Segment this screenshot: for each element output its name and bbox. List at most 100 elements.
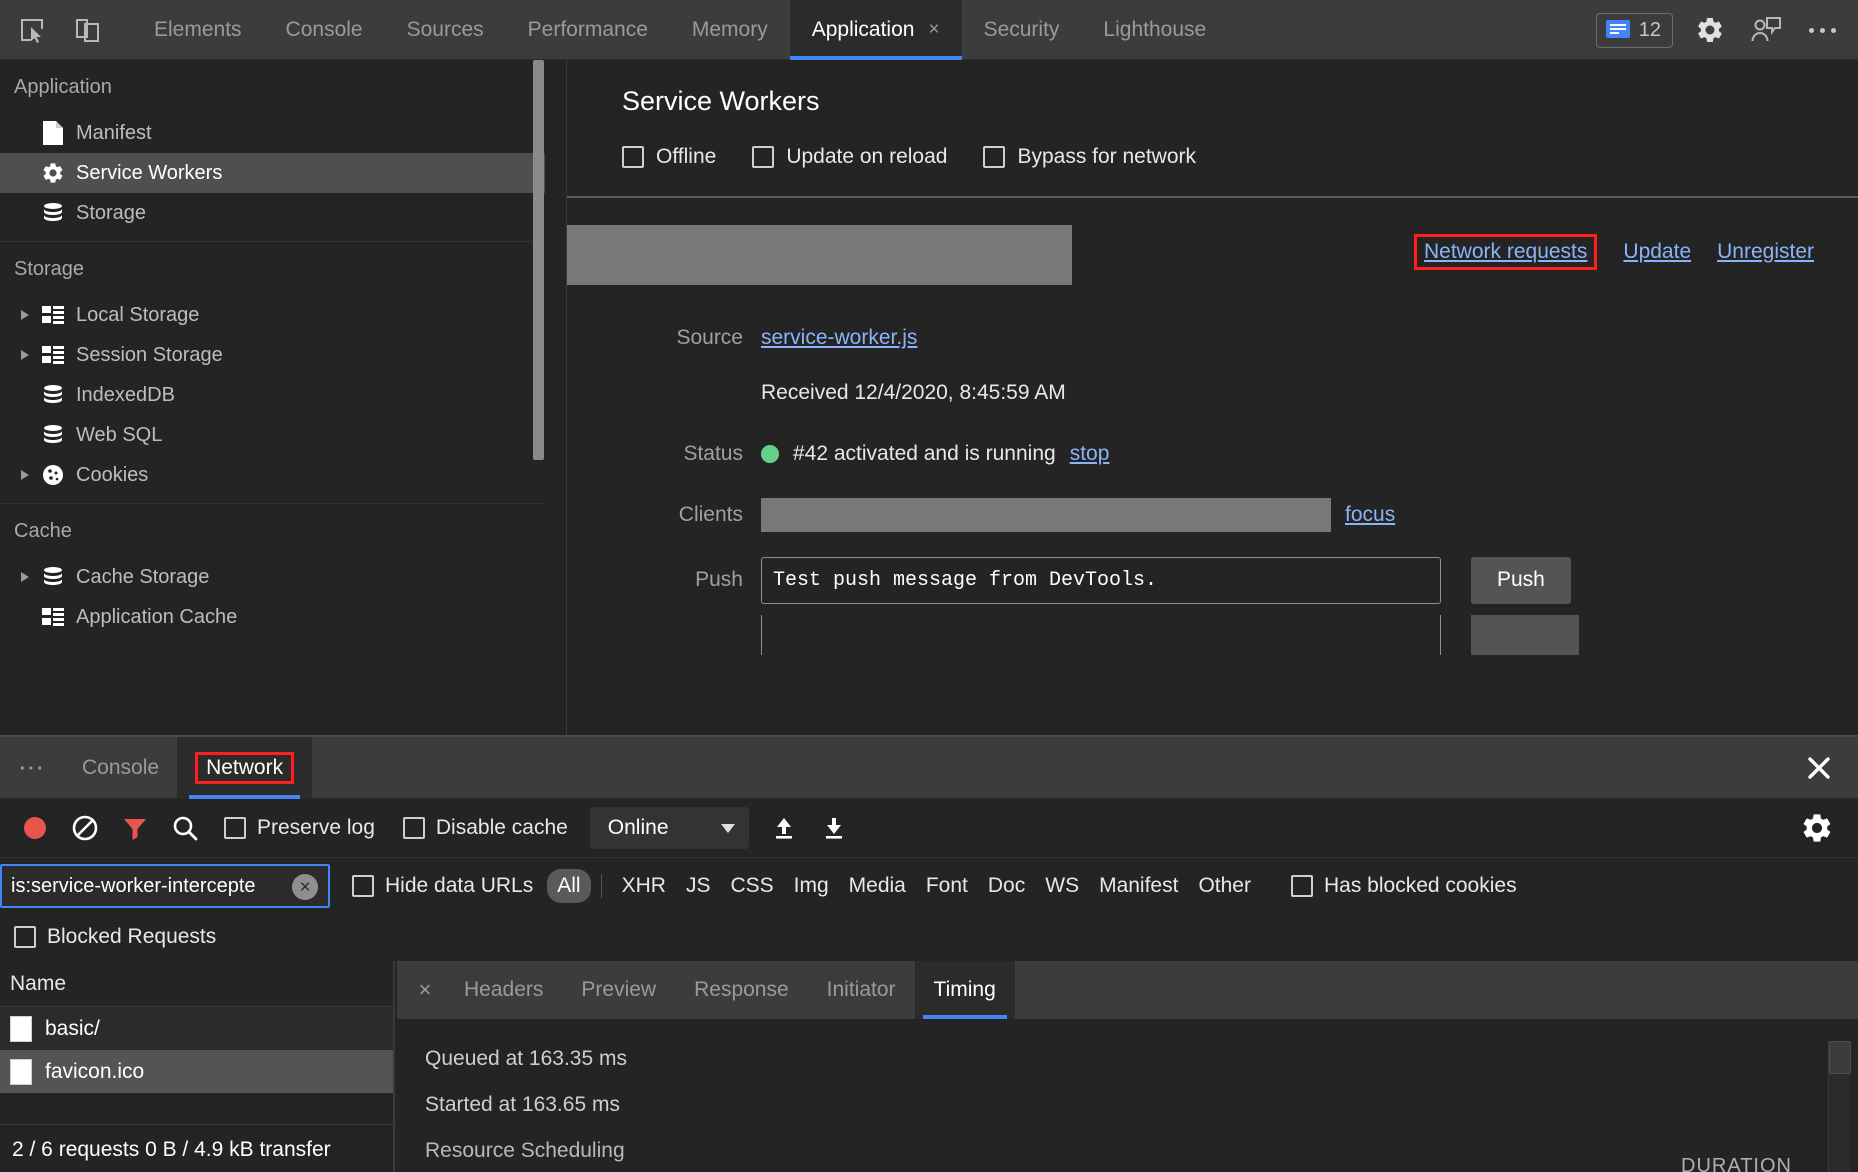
drawer-close-icon[interactable] xyxy=(1802,751,1836,785)
network-settings-gear-icon[interactable] xyxy=(1800,811,1836,847)
column-header-name[interactable]: Name xyxy=(10,972,66,996)
detail-tab-headers[interactable]: Headers xyxy=(445,961,562,1019)
detail-tab-response[interactable]: Response xyxy=(675,961,808,1019)
sync-tag-input-partial[interactable] xyxy=(761,615,1441,655)
tab-performance[interactable]: Performance xyxy=(506,0,670,60)
record-button[interactable] xyxy=(10,803,60,853)
tab-application[interactable]: Application × xyxy=(790,0,962,60)
detail-scrollbar[interactable] xyxy=(1828,1041,1850,1172)
detail-tab-timing[interactable]: Timing xyxy=(915,961,1015,1019)
type-filter-manifest[interactable]: Manifest xyxy=(1089,869,1188,903)
devtools-main-toolbar: Elements Console Sources Performance Mem… xyxy=(0,0,1858,60)
disable-cache-checkbox-row[interactable]: Disable cache xyxy=(403,816,568,840)
sidebar-item-cache-storage[interactable]: Cache Storage xyxy=(0,557,545,597)
type-filter-font[interactable]: Font xyxy=(916,869,978,903)
console-messages-badge[interactable]: 12 xyxy=(1596,13,1673,48)
chevron-down-icon xyxy=(721,824,735,833)
sidebar-item-manifest[interactable]: Manifest xyxy=(0,113,545,153)
detail-tab-preview[interactable]: Preview xyxy=(562,961,675,1019)
offline-checkbox[interactable] xyxy=(622,146,644,168)
sidebar-item-application-cache[interactable]: Application Cache xyxy=(0,597,545,637)
sidebar-item-local-storage[interactable]: Local Storage xyxy=(0,295,545,335)
network-requests-link[interactable]: Network requests xyxy=(1414,234,1597,270)
blocked-requests-checkbox[interactable] xyxy=(14,926,36,948)
type-filter-img[interactable]: Img xyxy=(784,869,839,903)
has-blocked-cookies-checkbox-row[interactable]: Has blocked cookies xyxy=(1291,874,1517,898)
sidebar-item-cookies[interactable]: Cookies xyxy=(0,455,545,495)
drawer-tab-network[interactable]: Network xyxy=(177,737,312,799)
search-icon[interactable] xyxy=(160,803,210,853)
drawer-more-tabs-icon[interactable]: ⋯ xyxy=(0,737,64,799)
focus-link[interactable]: focus xyxy=(1345,503,1395,527)
inspect-element-icon[interactable] xyxy=(8,6,56,54)
unregister-link[interactable]: Unregister xyxy=(1717,240,1814,264)
preserve-log-checkbox[interactable] xyxy=(224,817,246,839)
settings-gear-icon[interactable] xyxy=(1691,11,1729,49)
import-har-icon[interactable] xyxy=(759,803,809,853)
chevron-right-icon[interactable] xyxy=(14,572,36,582)
update-on-reload-checkbox[interactable] xyxy=(752,146,774,168)
detail-tab-initiator[interactable]: Initiator xyxy=(808,961,915,1019)
clear-filter-icon[interactable]: × xyxy=(292,874,318,900)
sidebar-item-label: Cookies xyxy=(76,464,148,487)
sync-button-partial[interactable] xyxy=(1471,615,1579,655)
tab-lighthouse[interactable]: Lighthouse xyxy=(1081,0,1228,60)
type-filter-js[interactable]: JS xyxy=(676,869,721,903)
table-row[interactable]: basic/ xyxy=(0,1007,393,1050)
clear-icon[interactable] xyxy=(60,803,110,853)
drawer-tab-console[interactable]: Console xyxy=(64,737,177,799)
service-worker-registration: Network requests Update Unregister Sourc… xyxy=(567,198,1858,678)
chevron-right-icon[interactable] xyxy=(14,310,36,320)
tab-security[interactable]: Security xyxy=(962,0,1082,60)
tab-sources[interactable]: Sources xyxy=(385,0,506,60)
type-filter-xhr[interactable]: XHR xyxy=(612,869,676,903)
preserve-log-checkbox-row[interactable]: Preserve log xyxy=(224,816,375,840)
tab-console[interactable]: Console xyxy=(264,0,385,60)
blocked-requests-checkbox-row[interactable]: Blocked Requests xyxy=(14,925,216,949)
close-icon[interactable]: × xyxy=(928,20,939,39)
type-filter-media[interactable]: Media xyxy=(839,869,916,903)
has-blocked-cookies-checkbox[interactable] xyxy=(1291,875,1313,897)
status-running-indicator xyxy=(761,445,779,463)
sidebar-item-session-storage[interactable]: Session Storage xyxy=(0,335,545,375)
push-message-input[interactable] xyxy=(761,557,1441,604)
device-toolbar-icon[interactable] xyxy=(64,6,112,54)
update-on-reload-checkbox-row[interactable]: Update on reload xyxy=(752,145,947,169)
throttling-select[interactable]: Online xyxy=(590,807,749,849)
detail-scrollbar-thumb[interactable] xyxy=(1829,1041,1851,1074)
table-row[interactable]: favicon.ico xyxy=(0,1050,393,1093)
type-filter-css[interactable]: CSS xyxy=(720,869,783,903)
offline-checkbox-row[interactable]: Offline xyxy=(622,145,716,169)
more-options-icon[interactable] xyxy=(1803,28,1842,33)
tab-elements[interactable]: Elements xyxy=(132,0,264,60)
sidebar-item-web-sql[interactable]: Web SQL xyxy=(0,415,545,455)
type-filter-other[interactable]: Other xyxy=(1188,869,1261,903)
filter-icon[interactable] xyxy=(110,803,160,853)
hide-data-urls-checkbox-row[interactable]: Hide data URLs xyxy=(352,874,533,898)
type-filter-ws[interactable]: WS xyxy=(1035,869,1089,903)
chevron-right-icon[interactable] xyxy=(14,470,36,480)
push-button[interactable]: Push xyxy=(1471,557,1571,604)
filter-input[interactable] xyxy=(0,864,330,908)
close-detail-icon[interactable]: × xyxy=(405,977,445,1003)
sidebar-item-storage[interactable]: Storage xyxy=(0,193,545,233)
sidebar-item-indexeddb[interactable]: IndexedDB xyxy=(0,375,545,415)
bypass-for-network-checkbox[interactable] xyxy=(983,146,1005,168)
type-filter-doc[interactable]: Doc xyxy=(978,869,1035,903)
sidebar-main-splitter[interactable] xyxy=(545,60,567,735)
update-link[interactable]: Update xyxy=(1623,240,1691,264)
feedback-person-icon[interactable] xyxy=(1747,11,1785,49)
source-file-link[interactable]: service-worker.js xyxy=(761,326,917,350)
hide-data-urls-label: Hide data URLs xyxy=(385,874,533,898)
tab-memory[interactable]: Memory xyxy=(670,0,790,60)
disable-cache-checkbox[interactable] xyxy=(403,817,425,839)
sidebar-scrollbar[interactable] xyxy=(533,60,544,460)
stop-link[interactable]: stop xyxy=(1070,442,1110,466)
hide-data-urls-checkbox[interactable] xyxy=(352,875,374,897)
chevron-right-icon[interactable] xyxy=(14,350,36,360)
service-worker-detail-rows: Source service-worker.js Received 12/4/2… xyxy=(567,313,1858,655)
bypass-for-network-checkbox-row[interactable]: Bypass for network xyxy=(983,145,1196,169)
type-filter-all[interactable]: All xyxy=(547,869,590,903)
sidebar-item-service-workers[interactable]: Service Workers xyxy=(0,153,545,193)
export-har-icon[interactable] xyxy=(809,803,859,853)
